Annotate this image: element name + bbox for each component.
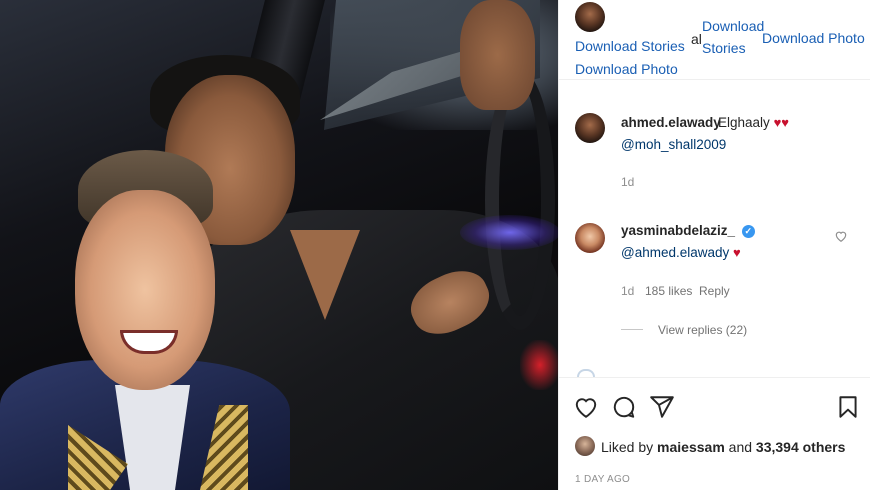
liker-avatar[interactable] <box>575 436 595 456</box>
photo-red-seat <box>520 340 558 390</box>
small-heart-icon[interactable] <box>834 229 848 243</box>
comment-username: yasminabdelaziz_ ✓ <box>621 223 755 238</box>
verified-badge-icon: ✓ <box>741 225 755 238</box>
bookmark-icon[interactable] <box>835 394 861 420</box>
likes-summary: Liked by maiessam and 33,394 others <box>601 439 845 455</box>
view-replies-divider <box>621 329 643 330</box>
comment-username-text[interactable]: yasminabdelaziz_ <box>621 223 735 238</box>
mention-link[interactable]: @ahmed.elawady <box>621 245 729 260</box>
reply-button[interactable]: Reply <box>699 284 730 298</box>
loading-spinner-icon <box>577 369 595 377</box>
download-stories-link-2-line2[interactable]: Stories <box>702 40 746 56</box>
comment-likes-count[interactable]: 185 likes <box>645 284 692 298</box>
likes-others-count[interactable]: 33,394 others <box>756 439 846 455</box>
comment-text: Elghaaly ♥♥ <box>718 115 789 130</box>
photo-ambient-light <box>460 215 558 250</box>
comment-username[interactable]: ahmed.elawady <box>621 115 721 130</box>
heart-emoji-icon: ♥ <box>733 245 741 260</box>
comment-avatar[interactable] <box>575 113 605 143</box>
photo-driver-hand-on-wheel <box>460 0 535 110</box>
mention-link[interactable]: @moh_shall2009 <box>621 137 726 152</box>
heart-icon[interactable] <box>573 394 599 420</box>
post-timestamp[interactable]: 1 DAY AGO <box>575 474 630 485</box>
liker-username[interactable]: maiessam <box>657 439 725 455</box>
comment-body: Elghaaly <box>718 115 770 130</box>
post-actions-bar <box>559 377 870 418</box>
download-photo-link[interactable]: Download Photo <box>575 61 678 77</box>
download-stories-link[interactable]: Download Stories <box>575 38 685 54</box>
post-header: Download Stories Download Photo al Downl… <box>559 0 870 80</box>
comment-age[interactable]: 1d <box>621 284 634 298</box>
share-icon[interactable] <box>649 394 675 420</box>
author-name-fragment: al <box>691 31 702 47</box>
comment-age[interactable]: 1d <box>621 175 634 189</box>
comment-text: @ahmed.elawady ♥ <box>621 245 741 260</box>
view-replies-button[interactable]: View replies (22) <box>658 323 747 337</box>
photo-passenger-face <box>75 190 215 390</box>
heart-emoji-icon: ♥♥ <box>773 115 789 130</box>
comment-avatar[interactable] <box>575 223 605 253</box>
likes-and: and <box>728 439 753 455</box>
comment-icon[interactable] <box>611 394 637 420</box>
author-avatar[interactable] <box>575 2 605 32</box>
post-side-panel: Download Stories Download Photo al Downl… <box>558 0 870 490</box>
download-photo-link-2[interactable]: Download Photo <box>762 30 865 46</box>
download-stories-link-2-line1[interactable]: Download <box>702 18 764 34</box>
post-photo[interactable] <box>0 0 558 490</box>
likes-prefix: Liked by <box>601 439 654 455</box>
